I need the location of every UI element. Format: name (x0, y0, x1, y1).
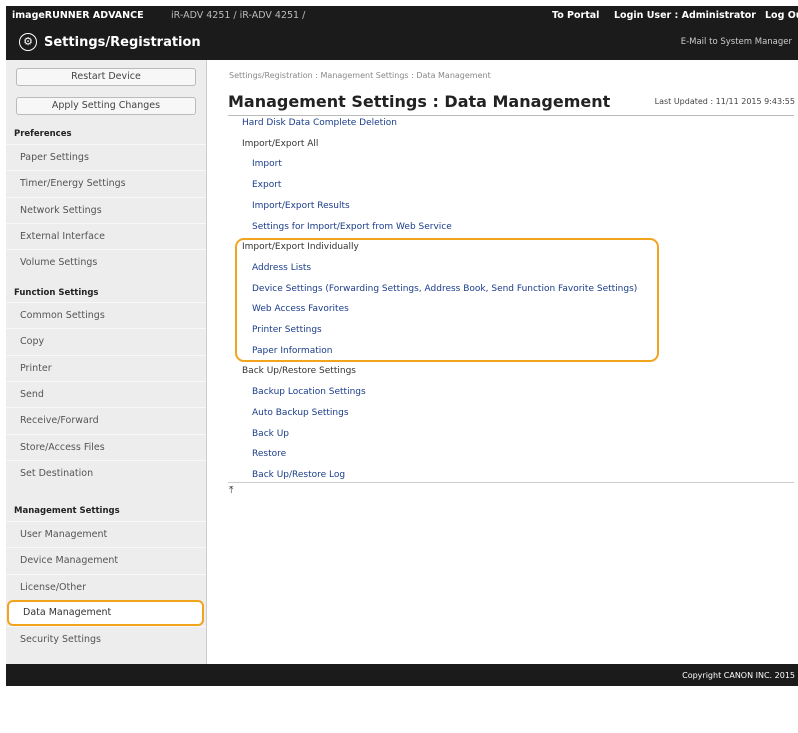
app-title: Settings/Registration (44, 35, 201, 50)
section-label: Import/Export All (242, 138, 319, 149)
email-system-manager-link[interactable]: E-Mail to System Manager (681, 37, 792, 47)
sidebar-item-common-settings[interactable]: Common Settings (6, 302, 206, 328)
device-info: iR-ADV 4251 / iR-ADV 4251 / (171, 10, 306, 21)
menu-link[interactable]: Auto Backup Settings (252, 408, 349, 418)
sidebar-item-paper-settings[interactable]: Paper Settings (6, 144, 206, 170)
menu-link[interactable]: Device Settings (Forwarding Settings, Ad… (252, 284, 637, 294)
sidebar-section-heading: Function Settings (14, 288, 99, 298)
sidebar-item-set-destination[interactable]: Set Destination (6, 459, 206, 486)
copyright: Copyright CANON INC. 2015 (682, 671, 795, 680)
logout-link[interactable]: Log Out (765, 10, 798, 21)
scroll-to-top-icon[interactable]: ⤒ (229, 485, 233, 496)
menu-link[interactable]: Back Up (252, 429, 289, 439)
sidebar-item-store-access-files[interactable]: Store/Access Files (6, 433, 206, 460)
sidebar: Restart Device Apply Setting Changes Pre… (6, 60, 207, 664)
restart-device-button[interactable]: Restart Device (16, 68, 196, 86)
sidebar-item-copy[interactable]: Copy (6, 328, 206, 354)
page-title: Management Settings : Data Management (228, 92, 611, 111)
sidebar-item-security-settings[interactable]: Security Settings (6, 626, 206, 652)
product-name: imageRUNNER ADVANCE (12, 10, 144, 21)
menu-link[interactable]: Backup Location Settings (252, 387, 366, 397)
breadcrumb: Settings/Registration : Management Setti… (229, 71, 491, 80)
title-bar: ⚙ Settings/Registration E-Mail to System… (6, 24, 798, 60)
sidebar-item-user-management[interactable]: User Management (6, 521, 206, 547)
sidebar-item-volume-settings[interactable]: Volume Settings (6, 249, 206, 275)
sidebar-section-heading: Management Settings (14, 506, 120, 516)
menu-link[interactable]: Hard Disk Data Complete Deletion (242, 118, 397, 128)
sidebar-item-printer[interactable]: Printer (6, 354, 206, 381)
sidebar-item-timer-energy-settings[interactable]: Timer/Energy Settings (6, 170, 206, 196)
content-divider (228, 482, 794, 483)
menu-link[interactable]: Printer Settings (252, 325, 322, 335)
section-label: Import/Export Individually (242, 242, 359, 253)
menu-link[interactable]: Back Up/Restore Log (252, 470, 345, 480)
menu-link[interactable]: Settings for Import/Export from Web Serv… (252, 222, 452, 232)
sidebar-item-license-other[interactable]: License/Other (6, 573, 206, 600)
title-divider (228, 115, 794, 116)
to-portal-link[interactable]: To Portal (552, 10, 599, 21)
sidebar-item-send[interactable]: Send (6, 380, 206, 407)
settings-icon: ⚙ (19, 33, 37, 51)
section-label: Back Up/Restore Settings (242, 366, 356, 377)
sidebar-item-external-interface[interactable]: External Interface (6, 222, 206, 249)
highlight-box (235, 238, 659, 362)
menu-link[interactable]: Paper Information (252, 346, 332, 356)
menu-link[interactable]: Restore (252, 449, 286, 459)
sidebar-item-data-management[interactable]: Data Management (7, 599, 204, 626)
sidebar-item-network-settings[interactable]: Network Settings (6, 196, 206, 223)
apply-setting-changes-button[interactable]: Apply Setting Changes (16, 97, 196, 115)
menu-link[interactable]: Import (252, 159, 282, 169)
sidebar-item-device-management[interactable]: Device Management (6, 547, 206, 573)
footer: Copyright CANON INC. 2015 (6, 664, 798, 686)
sidebar-item-receive-forward[interactable]: Receive/Forward (6, 407, 206, 433)
sidebar-section-heading: Preferences (14, 129, 72, 139)
main-content: Settings/Registration : Management Setti… (206, 60, 798, 664)
login-user: Login User : Administrator (614, 10, 756, 21)
last-updated: Last Updated : 11/11 2015 9:43:55 (654, 97, 795, 106)
menu-link[interactable]: Web Access Favorites (252, 304, 349, 314)
menu-link[interactable]: Export (252, 180, 281, 190)
top-bar: imageRUNNER ADVANCE iR-ADV 4251 / iR-ADV… (6, 6, 798, 24)
menu-link[interactable]: Address Lists (252, 263, 311, 273)
menu-link[interactable]: Import/Export Results (252, 201, 350, 211)
